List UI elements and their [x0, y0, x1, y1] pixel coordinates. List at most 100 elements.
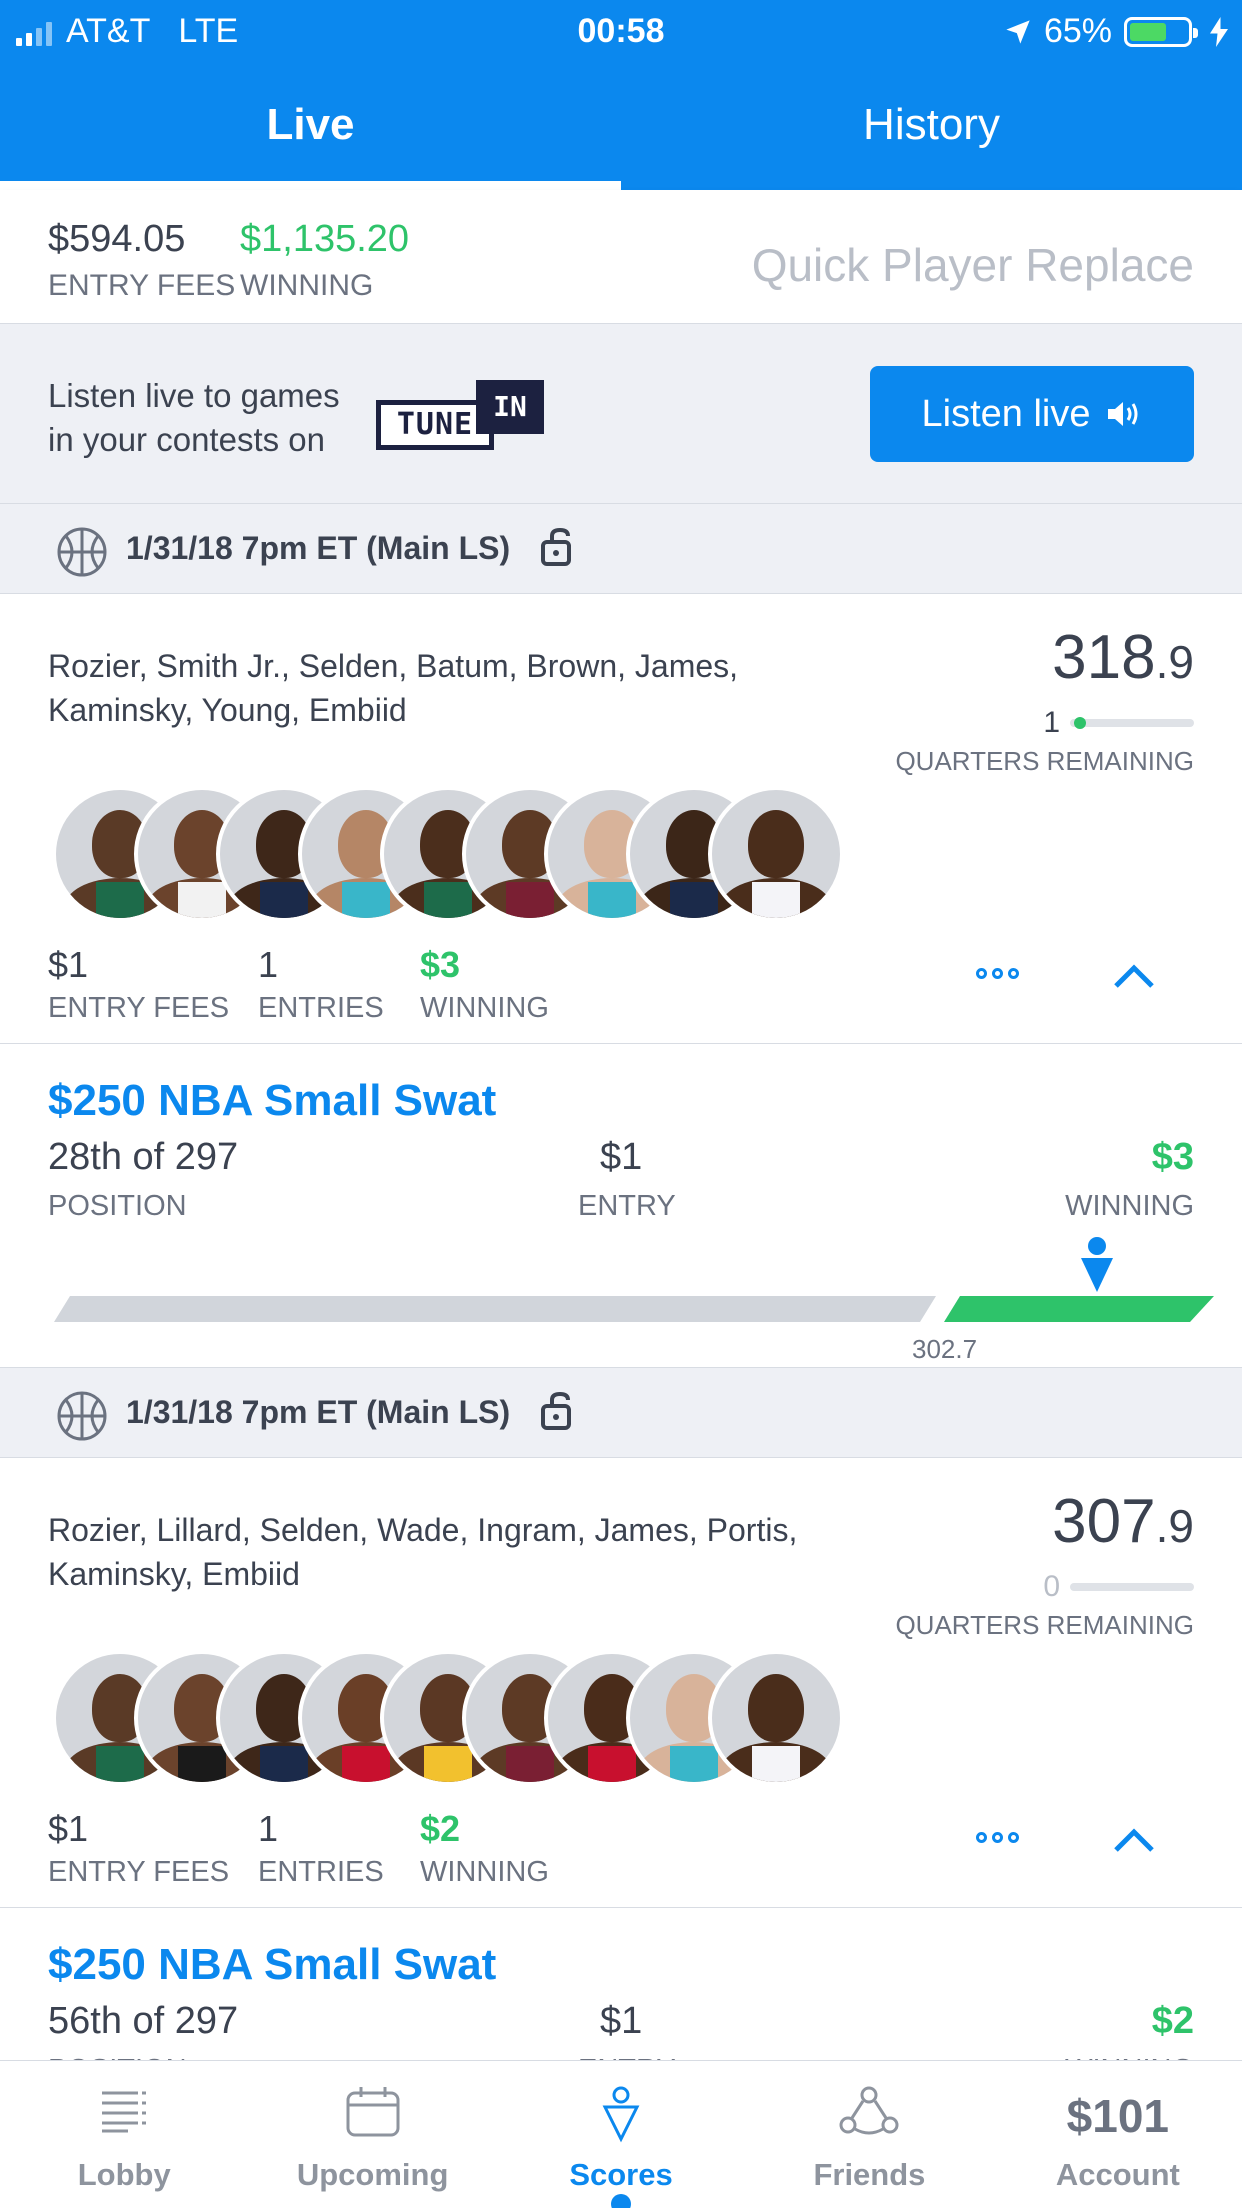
user-position-marker-icon — [1081, 1237, 1113, 1292]
chevron-up-icon[interactable] — [1112, 962, 1156, 990]
unlock-icon — [541, 527, 571, 566]
more-options-icon[interactable] — [976, 968, 1019, 979]
contest-name-link[interactable]: $250 NBA Small Swat — [48, 1076, 496, 1126]
tab-friends[interactable]: Friends — [745, 2061, 993, 2208]
lineup-card[interactable]: Rozier, Lillard, Selden, Wade, Ingram, J… — [0, 1458, 1242, 1908]
battery-percent: 65% — [1043, 12, 1112, 50]
more-options-icon[interactable] — [976, 1832, 1019, 1843]
slate-header[interactable]: 1/31/18 7pm ET (Main LS) — [0, 1368, 1242, 1458]
contest-card[interactable]: $250 NBA Small Swat 28th of 297 POSITION… — [0, 1044, 1242, 1368]
basketball-icon — [57, 1391, 107, 1441]
lineup-winning: $3 WINNING — [420, 944, 549, 1025]
tunein-logo: TUNE IN — [376, 380, 544, 452]
lineup-entry-fees: $1 ENTRY FEES — [48, 1808, 229, 1889]
contest-name-link[interactable]: $250 NBA Small Swat — [48, 1940, 496, 1990]
tab-account[interactable]: $101 Account — [994, 2061, 1242, 2208]
lineup-score-main: 307 — [1052, 1487, 1156, 1556]
unlock-icon — [541, 1391, 571, 1430]
tab-upcoming[interactable]: Upcoming — [248, 2061, 496, 2208]
quarters-progress — [1070, 1583, 1194, 1591]
payout-cutoff-score: 302.7 — [912, 1334, 978, 1364]
lineup-entries-value: 1 — [258, 944, 279, 985]
total-winning: $1,135.20 WINNING — [240, 218, 409, 303]
lineup-players-line-1: Rozier, Lillard, Selden, Wade, Ingram, J… — [48, 1512, 798, 1548]
lineup-winning-value: $2 — [420, 1808, 461, 1849]
lineup-players: Rozier, Lillard, Selden, Wade, Ingram, J… — [48, 1508, 868, 1596]
total-entry-fees-label: ENTRY FEES — [48, 269, 236, 302]
lineup-entries-label: ENTRIES — [258, 1856, 384, 1888]
charging-icon — [1210, 16, 1228, 47]
lineup-entries: 1 ENTRIES — [258, 944, 384, 1025]
lineup-entry-fees-label: ENTRY FEES — [48, 992, 230, 1024]
total-winning-label: WINNING — [240, 269, 374, 302]
tunein-banner: Listen live to games in your contests on… — [0, 324, 1242, 504]
tab-history[interactable]: History — [621, 78, 1242, 190]
slate-title: 1/31/18 7pm ET (Main LS) — [126, 1394, 511, 1430]
lineup-players-line-2: Kaminsky, Embiid — [48, 1556, 300, 1592]
player-avatar — [708, 786, 844, 922]
lineup-entries: 1 ENTRIES — [258, 1808, 384, 1889]
lineup-winning-label: WINNING — [420, 1856, 549, 1888]
lineup-winning-label: WINNING — [420, 992, 549, 1024]
live-history-tabs: Live History — [0, 78, 1242, 190]
lineup-score: 318.9 — [1052, 622, 1194, 693]
quarters-remaining-label: QUARTERS REMAINING — [895, 1610, 1194, 1640]
contest-winning-label: WINNING — [1065, 1190, 1194, 1222]
quarters-remaining: 0 — [1043, 1570, 1194, 1604]
quarters-progress — [1070, 717, 1194, 729]
listen-live-label: Listen live — [921, 392, 1091, 435]
top-bar: AT&T LTE 00:58 65% Live History — [0, 0, 1242, 190]
contest-entry-label: ENTRY — [578, 1190, 676, 1222]
lineup-entries-label: ENTRIES — [258, 992, 384, 1024]
calendar-icon — [346, 2087, 400, 2137]
lineup-entry-fees: $1 ENTRY FEES — [48, 944, 229, 1025]
list-icon — [102, 2091, 147, 2133]
tab-upcoming-label: Upcoming — [296, 2157, 449, 2192]
total-entry-fees: $594.05 ENTRY FEES — [48, 218, 235, 303]
lineup-card[interactable]: Rozier, Smith Jr., Selden, Batum, Brown,… — [0, 594, 1242, 1044]
tab-live[interactable]: Live — [0, 78, 621, 190]
bottom-tab-bar: Lobby Upcoming Scores Friends $101 Accou… — [0, 2060, 1242, 2208]
slate-header[interactable]: 1/31/18 7pm ET (Main LS) — [0, 504, 1242, 594]
location-icon — [1006, 19, 1030, 44]
payout-progress-bar — [54, 1296, 1214, 1322]
battery-icon — [1124, 16, 1198, 47]
active-tab-indicator — [611, 2194, 632, 2208]
player-avatar — [708, 1650, 844, 1786]
total-winning-value: $1,135.20 — [240, 218, 410, 260]
tab-account-label: Account — [1055, 2157, 1180, 2192]
lineup-players: Rozier, Smith Jr., Selden, Batum, Brown,… — [48, 644, 868, 732]
tab-scores[interactable]: Scores — [497, 2061, 745, 2208]
lineup-players-line-1: Rozier, Smith Jr., Selden, Batum, Brown,… — [48, 648, 739, 684]
lineup-entry-fees-label: ENTRY FEES — [48, 1856, 230, 1888]
lineup-score: 307.9 — [1052, 1486, 1194, 1557]
quarters-remaining-value: 1 — [1043, 706, 1060, 739]
summary-bar: $594.05 ENTRY FEES $1,135.20 WINNING Qui… — [0, 190, 1242, 324]
lineup-winning: $2 WINNING — [420, 1808, 549, 1889]
chevron-up-icon[interactable] — [1112, 1826, 1156, 1854]
lineup-players-line-2: Kaminsky, Young, Embiid — [48, 692, 407, 728]
quarters-remaining: 1 — [1043, 706, 1194, 740]
banner-text: Listen live to games in your contests on — [48, 374, 340, 462]
contest-winning-value: $3 — [1151, 1136, 1194, 1178]
banner-line-2: in your contests on — [48, 421, 325, 458]
contest-position-value: 56th of 297 — [48, 2000, 239, 2042]
status-bar: AT&T LTE 00:58 65% — [0, 0, 1242, 62]
basketball-icon — [57, 527, 107, 577]
lineup-entries-value: 1 — [258, 1808, 279, 1849]
lineup-winning-value: $3 — [420, 944, 461, 985]
banner-line-1: Listen live to games — [48, 377, 340, 414]
tunein-logo-in: IN — [476, 380, 544, 434]
total-entry-fees-value: $594.05 — [48, 218, 186, 260]
tab-friends-label: Friends — [813, 2157, 926, 2192]
contest-entry-value: $1 — [600, 2000, 643, 2042]
contest-position-value: 28th of 297 — [48, 1136, 239, 1178]
tab-lobby[interactable]: Lobby — [0, 2061, 248, 2208]
slate-title: 1/31/18 7pm ET (Main LS) — [126, 530, 511, 566]
tab-lobby-label: Lobby — [77, 2157, 171, 2192]
lineup-entry-fees-value: $1 — [48, 1808, 89, 1849]
lineup-score-decimal: .9 — [1155, 1500, 1194, 1552]
quick-player-replace-button[interactable]: Quick Player Replace — [752, 238, 1194, 292]
listen-live-button[interactable]: Listen live — [870, 366, 1194, 462]
contest-entry-value: $1 — [600, 1136, 643, 1178]
